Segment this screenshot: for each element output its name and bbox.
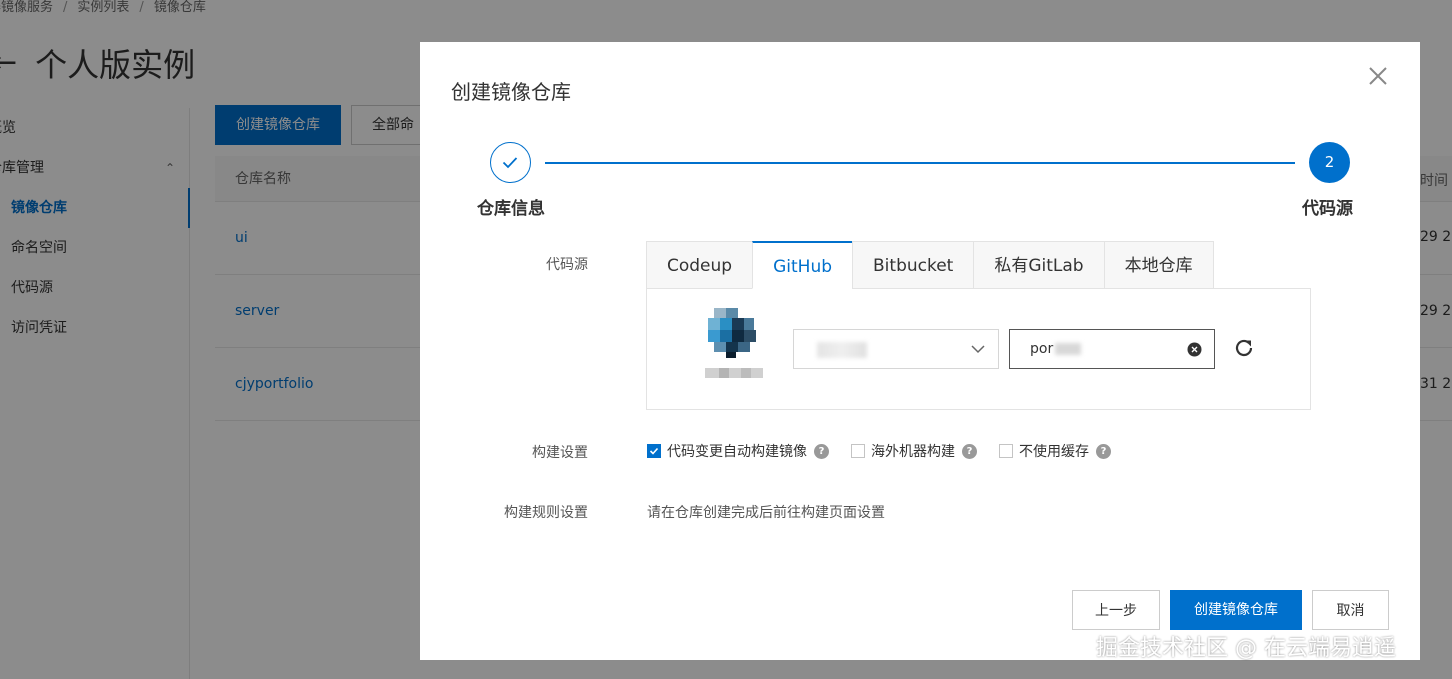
checkbox-label: 代码变更自动构建镜像	[667, 444, 807, 460]
overseas-build-option[interactable]: 海外机器构建 ?	[851, 441, 977, 461]
step-connector	[545, 162, 1295, 164]
checkbox-label: 不使用缓存	[1019, 444, 1089, 460]
close-icon[interactable]	[1366, 64, 1390, 88]
stepper: 2	[490, 142, 1350, 184]
checkbox-label: 海外机器构建	[871, 444, 955, 460]
selected-org-blurred	[817, 342, 867, 358]
build-rules-label: 构建规则设置	[504, 505, 588, 521]
checkbox-checked[interactable]	[647, 444, 661, 458]
tab-bitbucket[interactable]: Bitbucket	[852, 241, 974, 289]
tab-codeup[interactable]: Codeup	[646, 241, 753, 289]
step-label-code-source: 代码源	[1302, 199, 1353, 219]
help-icon[interactable]: ?	[962, 443, 977, 459]
no-cache-option[interactable]: 不使用缓存 ?	[999, 441, 1111, 461]
build-rules-hint: 请在仓库创建完成后前往构建页面设置	[647, 505, 885, 521]
refresh-icon[interactable]	[1233, 337, 1255, 359]
tab-private-gitlab[interactable]: 私有GitLab	[973, 241, 1104, 289]
create-repo-dialog: 创建镜像仓库 2 仓库信息 代码源 代码源 Codeup GitHub Bitb…	[420, 42, 1420, 660]
prev-step-button[interactable]: 上一步	[1072, 590, 1160, 630]
help-icon[interactable]: ?	[814, 443, 829, 459]
build-settings-label: 构建设置	[532, 445, 588, 461]
auto-build-option[interactable]: 代码变更自动构建镜像 ?	[647, 441, 829, 461]
code-source-label: 代码源	[546, 257, 588, 273]
tab-local-repo[interactable]: 本地仓库	[1103, 241, 1214, 289]
repo-input-value: por	[1030, 341, 1054, 357]
chevron-down-icon	[971, 345, 985, 354]
source-tabs: Codeup GitHub Bitbucket 私有GitLab 本地仓库	[646, 241, 1214, 289]
step-label-repo-info: 仓库信息	[477, 199, 545, 219]
tab-github[interactable]: GitHub	[752, 241, 853, 289]
github-panel: por	[646, 288, 1311, 410]
build-options: 代码变更自动构建镜像 ? 海外机器构建 ? 不使用缓存 ?	[647, 441, 1133, 461]
username-blurred	[705, 368, 763, 378]
check-icon	[502, 157, 518, 169]
clear-icon[interactable]	[1187, 342, 1202, 357]
avatar	[708, 308, 756, 358]
repo-search-input[interactable]: por	[1009, 329, 1215, 369]
step-current-circle: 2	[1309, 142, 1350, 183]
watermark: 掘金技术社区 @ 在云端易逍遥	[1096, 636, 1396, 661]
create-repo-button[interactable]: 创建镜像仓库	[1170, 590, 1302, 630]
checkbox[interactable]	[999, 444, 1013, 458]
cancel-button[interactable]: 取消	[1312, 590, 1389, 630]
help-icon[interactable]: ?	[1096, 443, 1111, 459]
step-done-circle	[490, 142, 531, 183]
dialog-title: 创建镜像仓库	[451, 80, 571, 104]
checkbox[interactable]	[851, 444, 865, 458]
organization-select[interactable]	[793, 329, 999, 369]
